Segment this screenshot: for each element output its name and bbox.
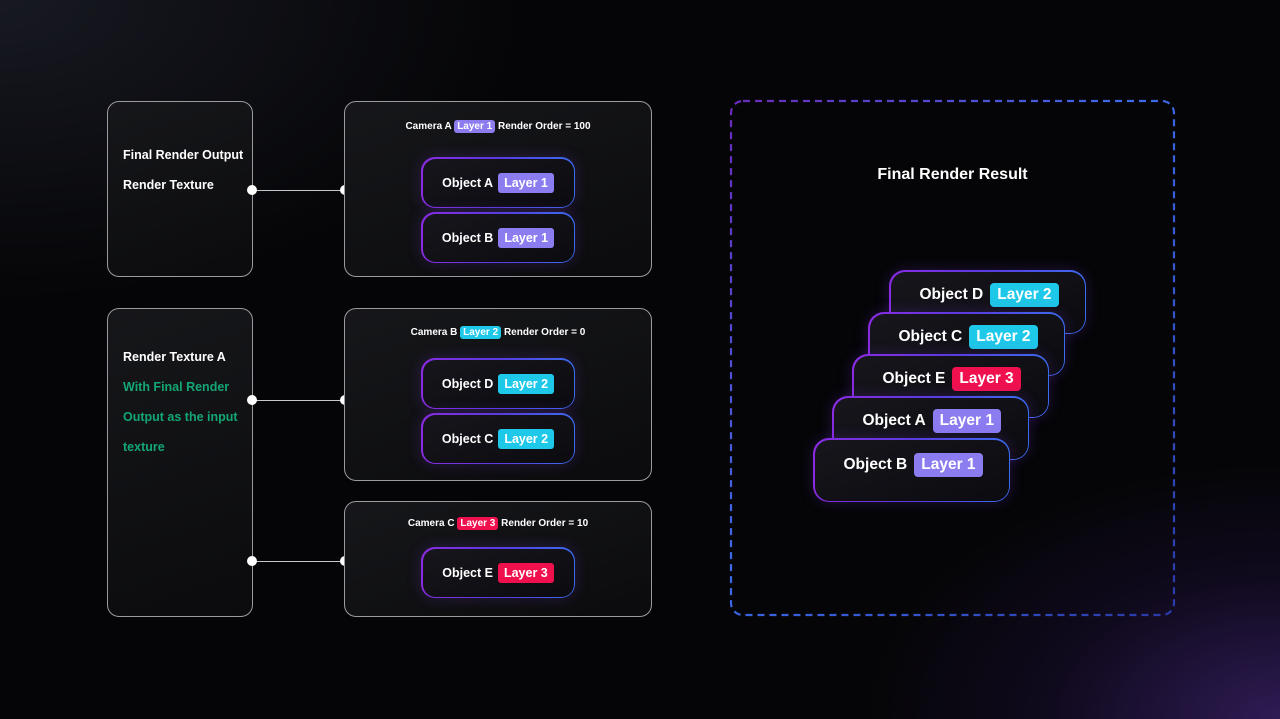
- connector-dot: [247, 556, 257, 566]
- layer-badge: Layer 2: [498, 373, 555, 394]
- connector-dot: [247, 395, 257, 405]
- render-order: Render Order = 100: [498, 121, 591, 132]
- layer-badge: Layer 2: [990, 282, 1059, 307]
- source-title: Final Render Output: [123, 148, 244, 162]
- layer-badge: Layer 3: [952, 366, 1021, 391]
- layer-badge: Layer 2: [969, 324, 1038, 349]
- object-name: Object B: [441, 230, 494, 245]
- connector-line: [252, 400, 345, 402]
- layer-badge: Layer 1: [914, 452, 983, 477]
- camera-title: Camera C Layer 3 Render Order = 10: [345, 517, 651, 530]
- object-name: Object B: [843, 455, 908, 473]
- render-order: Render Order = 0: [503, 327, 586, 338]
- source-note-line: With Final Render: [123, 380, 230, 394]
- object-name: Object A: [442, 175, 494, 190]
- object-name: Object E: [442, 565, 493, 580]
- layer-badge: Layer 1: [454, 120, 496, 133]
- connector-dot: [247, 185, 257, 195]
- object-name: Object A: [862, 411, 926, 429]
- camera-title: Camera B Layer 2 Render Order = 0: [345, 326, 651, 339]
- source-title: Render Texture A: [123, 350, 226, 364]
- layer-badge: Layer 1: [498, 227, 555, 248]
- layer-badge: Layer 2: [460, 326, 502, 339]
- object-name: Object D: [441, 376, 494, 391]
- layer-badge: Layer 1: [932, 408, 1001, 433]
- camera-panel-b: Camera B Layer 2 Render Order = 0 Object…: [344, 308, 652, 481]
- render-order: Render Order = 10: [501, 518, 589, 529]
- stack-card: Object B Layer 1: [813, 438, 1010, 502]
- source-panel-final-render-output: Final Render Output Render Texture: [107, 101, 253, 277]
- object-name: Object C: [898, 327, 963, 345]
- object-name: Object C: [441, 431, 494, 446]
- camera-name: Camera A: [405, 121, 452, 132]
- layer-badge: Layer 2: [498, 428, 555, 449]
- object-card: Object D Layer 2: [421, 358, 575, 409]
- object-card: Object A Layer 1: [421, 157, 575, 208]
- object-name: Object E: [882, 369, 946, 387]
- layer-badge: Layer 1: [498, 172, 554, 193]
- source-note-line: Output as the input: [123, 410, 238, 424]
- connector-line: [252, 561, 345, 563]
- source-panel-render-texture-a: Render Texture A With Final Render Outpu…: [107, 308, 253, 617]
- camera-name: Camera C: [407, 518, 455, 529]
- result-title: Final Render Result: [877, 166, 1028, 183]
- object-name: Object D: [919, 285, 984, 303]
- camera-panel-c: Camera C Layer 3 Render Order = 10 Objec…: [344, 501, 652, 617]
- object-card: Object C Layer 2: [421, 413, 575, 464]
- object-card: Object E Layer 3: [421, 547, 575, 598]
- layer-badge: Layer 3: [457, 517, 499, 530]
- connector-line: [252, 190, 345, 192]
- camera-panel-a: Camera A Layer 1 Render Order = 100 Obje…: [344, 101, 652, 277]
- source-subtitle: Render Texture: [123, 178, 214, 192]
- layer-badge: Layer 3: [497, 562, 554, 583]
- source-note-line: texture: [123, 440, 165, 454]
- camera-title: Camera A Layer 1 Render Order = 100: [345, 120, 651, 133]
- camera-name: Camera B: [410, 327, 458, 338]
- object-card: Object B Layer 1: [421, 212, 575, 263]
